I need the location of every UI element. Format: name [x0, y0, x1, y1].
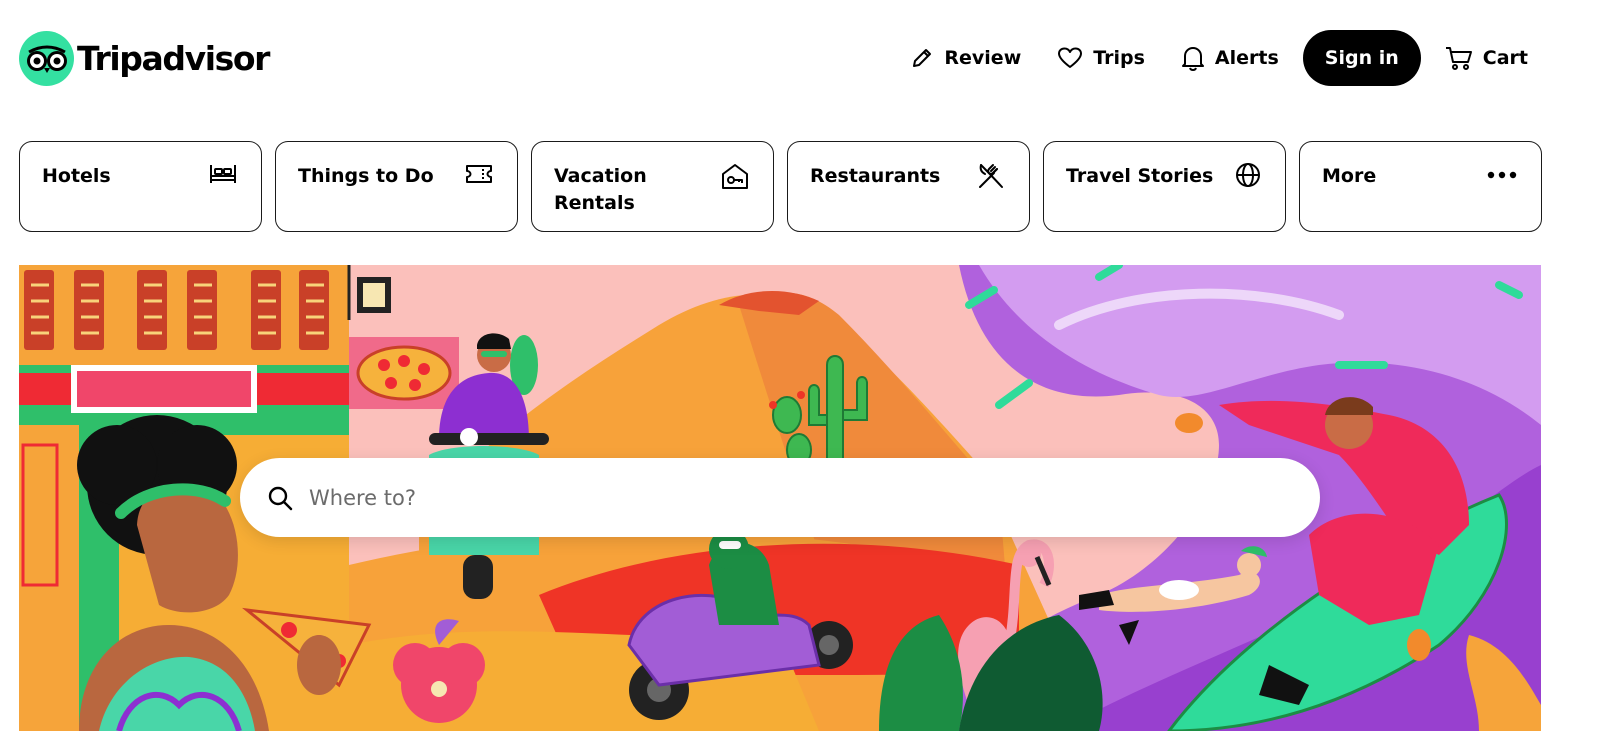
sign-in-button[interactable]: Sign in: [1302, 30, 1421, 86]
alerts-link[interactable]: Alerts: [1181, 45, 1279, 71]
category-vacation-rentals[interactable]: Vacation Rentals: [531, 141, 774, 232]
category-more[interactable]: More: [1299, 141, 1542, 232]
fork-knife-icon: [979, 164, 1003, 188]
category-label: Travel Stories: [1066, 165, 1214, 187]
bed-icon: [210, 165, 236, 183]
category-label: Restaurants: [810, 165, 941, 187]
cart-link[interactable]: Cart: [1445, 45, 1528, 71]
owl-logo-icon: [19, 31, 74, 86]
category-label: More: [1322, 165, 1377, 187]
cart-icon: [1445, 47, 1472, 70]
pencil-icon: [913, 49, 932, 67]
tripadvisor-logo[interactable]: Tripadvisor: [19, 31, 270, 86]
bell-icon: [1181, 47, 1204, 71]
search-icon: [267, 485, 293, 511]
brand-name: Tripadvisor: [77, 39, 270, 78]
alerts-label: Alerts: [1214, 47, 1279, 69]
category-label: Hotels: [42, 165, 111, 187]
category-things-to-do[interactable]: Things to Do: [275, 141, 518, 232]
house-key-icon: [722, 164, 748, 189]
trips-label: Trips: [1093, 47, 1145, 69]
trips-link[interactable]: Trips: [1057, 46, 1145, 70]
header: Tripadvisor Review Trips Alerts Sign in: [0, 0, 1600, 115]
review-label: Review: [944, 47, 1022, 69]
search-input[interactable]: [309, 485, 1209, 510]
globe-icon: [1236, 163, 1260, 187]
category-hotels[interactable]: Hotels: [19, 141, 262, 232]
cart-label: Cart: [1482, 47, 1528, 69]
heart-icon: [1058, 47, 1083, 68]
category-restaurants[interactable]: Restaurants: [787, 141, 1030, 232]
ticket-icon: [466, 165, 492, 183]
category-tiles: Hotels Things to Do Vacation Rentals Res…: [19, 141, 1542, 232]
more-dots-icon: [1487, 171, 1517, 179]
category-travel-stories[interactable]: Travel Stories: [1043, 141, 1286, 232]
category-label: Vacation Rentals: [554, 165, 647, 214]
top-nav: Review Trips Alerts Sign in Cart: [874, 30, 1528, 86]
category-label: Things to Do: [298, 165, 434, 187]
review-link[interactable]: Review: [910, 46, 1021, 70]
search-bar[interactable]: [240, 458, 1320, 537]
